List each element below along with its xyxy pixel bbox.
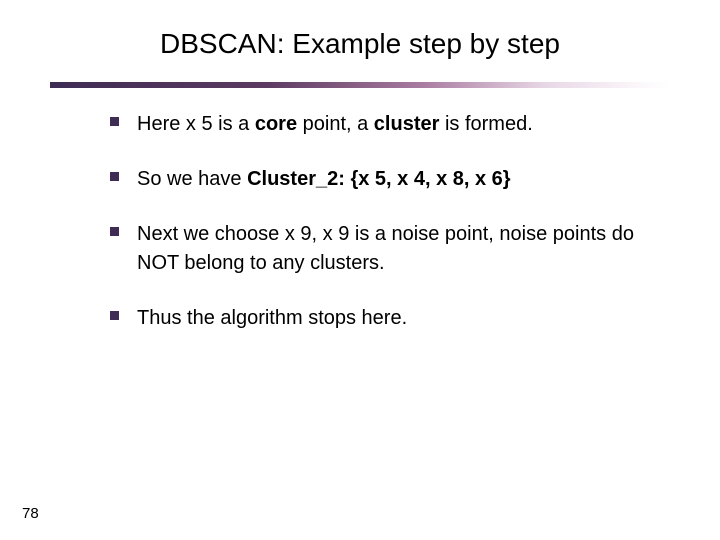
slide-title: DBSCAN: Example step by step [0,28,720,60]
slide: DBSCAN: Example step by step Here x 5 is… [0,0,720,540]
text-bold: Cluster_2: {x 5, x 4, x 8, x 6} [247,168,511,190]
bullet-text: Next we choose x 9, x 9 is a noise point… [137,220,670,278]
title-underline [50,82,670,88]
bullet-text: So we have Cluster_2: {x 5, x 4, x 8, x … [137,165,511,194]
list-item: Here x 5 is a core point, a cluster is f… [110,110,670,139]
text-run: is formed. [439,113,532,135]
bullet-icon [110,117,119,126]
list-item: Next we choose x 9, x 9 is a noise point… [110,220,670,278]
bullet-icon [110,172,119,181]
bullet-text: Thus the algorithm stops here. [137,304,407,333]
page-number: 78 [22,505,39,522]
text-run: Thus the algorithm stops here. [137,307,407,329]
bullet-text: Here x 5 is a core point, a cluster is f… [137,110,533,139]
list-item: Thus the algorithm stops here. [110,304,670,333]
text-bold: cluster [374,113,440,135]
text-bold: core [255,113,297,135]
bullet-icon [110,227,119,236]
text-run: So we have [137,168,247,190]
text-run: point, a [297,113,374,135]
text-run: Here x 5 is a [137,113,255,135]
bullet-list: Here x 5 is a core point, a cluster is f… [110,110,670,359]
list-item: So we have Cluster_2: {x 5, x 4, x 8, x … [110,165,670,194]
bullet-icon [110,311,119,320]
text-run: Next we choose x 9, x 9 is a noise point… [137,223,634,274]
